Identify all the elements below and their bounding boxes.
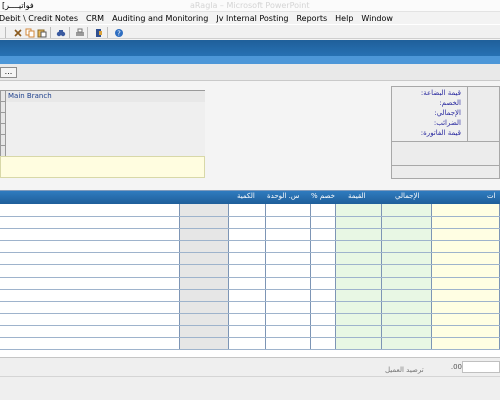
menu-auditing-monitoring[interactable]: Auditing and Monitoring	[112, 14, 208, 23]
help-icon[interactable]: ?	[113, 27, 124, 38]
total-label: :الإجمالي	[434, 109, 461, 117]
paste-icon[interactable]	[36, 27, 47, 38]
grid-rows	[0, 204, 500, 350]
exit-icon[interactable]	[93, 27, 104, 38]
grid-row-line	[0, 289, 500, 290]
totals-divider	[392, 165, 499, 166]
grid-row-line	[0, 325, 500, 326]
branch-cell[interactable]	[5, 113, 205, 124]
goods-value-label: :قيمة البضاعة	[420, 89, 461, 97]
invoice-lines-grid: الكمية س. الوحدة % خصم القيمة الإجمالي ا…	[0, 190, 500, 357]
customer-balance-value: .00	[450, 363, 462, 371]
grid-row-line	[0, 337, 500, 338]
branch-row[interactable]	[1, 124, 205, 135]
menu-crm[interactable]: CRM	[86, 14, 104, 23]
menu-reports[interactable]: Reports	[296, 14, 327, 23]
background-window-title: aRagla – Microsoft PowerPoint	[190, 1, 310, 10]
window-title: [فواتيــــر	[2, 1, 34, 10]
header-band	[0, 40, 500, 64]
discount-label: :الخصم	[439, 99, 461, 107]
copy-icon[interactable]	[24, 27, 35, 38]
menu-bar: Debit \ Credit Notes CRM Auditing and Mo…	[0, 12, 500, 24]
toolbar-separator	[87, 27, 88, 38]
unit-price-column-header[interactable]: س. الوحدة	[267, 192, 299, 200]
branch-cell[interactable]	[5, 124, 205, 135]
header-band-highlight	[0, 56, 500, 64]
grid-row-line	[0, 277, 500, 278]
notes-area[interactable]	[0, 156, 205, 178]
invoice-value-label: :قيمة الفاتورة	[420, 129, 461, 137]
toolbar-separator	[5, 27, 6, 38]
value-column-header[interactable]: القيمة	[348, 192, 366, 200]
item-column-header[interactable]: ات	[487, 192, 496, 200]
menu-debit-credit-notes[interactable]: Debit \ Credit Notes	[0, 14, 78, 23]
branch-grid: Main Branch	[0, 90, 205, 157]
toolbar: ?	[0, 24, 500, 39]
qty-column-header[interactable]: الكمية	[237, 192, 255, 200]
totals-labels: :قيمة البضاعة :الخصم :الإجمالي :الضرائب …	[392, 87, 468, 141]
menu-window[interactable]: Window	[361, 14, 393, 23]
total-column-header[interactable]: الإجمالي	[395, 192, 419, 200]
grid-header: الكمية س. الوحدة % خصم القيمة الإجمالي ا…	[0, 191, 500, 204]
title-bar: [فواتيــــر aRagla – Microsoft PowerPoin…	[0, 0, 500, 12]
close-icon[interactable]	[12, 27, 23, 38]
print-icon[interactable]	[74, 27, 85, 38]
branch-row[interactable]	[1, 135, 205, 146]
totals-divider	[392, 141, 499, 142]
menu-help[interactable]: Help	[335, 14, 353, 23]
find-icon[interactable]	[55, 27, 66, 38]
branch-row[interactable]	[1, 102, 205, 113]
toolbar-separator	[50, 27, 51, 38]
branch-row[interactable]	[1, 113, 205, 124]
footer-divider	[0, 376, 500, 377]
discount-pct-column-header[interactable]: % خصم	[311, 192, 335, 200]
branch-cell[interactable]	[5, 102, 205, 113]
customer-balance-label: ترصيد العميل	[385, 366, 424, 374]
grid-row-line	[0, 228, 500, 229]
grid-row-line	[0, 349, 500, 350]
grid-row-line	[0, 216, 500, 217]
taxes-label: :الضرائب	[433, 119, 461, 127]
svg-text:?: ?	[117, 29, 121, 37]
branch-cell[interactable]	[5, 135, 205, 146]
grid-row-line	[0, 264, 500, 265]
totals-panel: :قيمة البضاعة :الخصم :الإجمالي :الضرائب …	[391, 86, 500, 179]
application-window: [فواتيــــر aRagla – Microsoft PowerPoin…	[0, 0, 500, 400]
grid-row-line	[0, 252, 500, 253]
grid-row-line	[0, 313, 500, 314]
grid-row-line	[0, 301, 500, 302]
action-strip: ...	[0, 64, 500, 81]
toolbar-separator	[69, 27, 70, 38]
branch-cell[interactable]: Main Branch	[5, 91, 205, 102]
toolbar-separator	[107, 27, 108, 38]
menu-jv-internal-posting[interactable]: Jv Internal Posting	[216, 14, 288, 23]
more-button[interactable]: ...	[0, 67, 17, 78]
footer-bar: ترصيد العميل .00	[0, 357, 500, 400]
customer-balance-field[interactable]	[462, 361, 500, 373]
grid-row-line	[0, 240, 500, 241]
branch-row[interactable]: Main Branch	[1, 91, 205, 102]
